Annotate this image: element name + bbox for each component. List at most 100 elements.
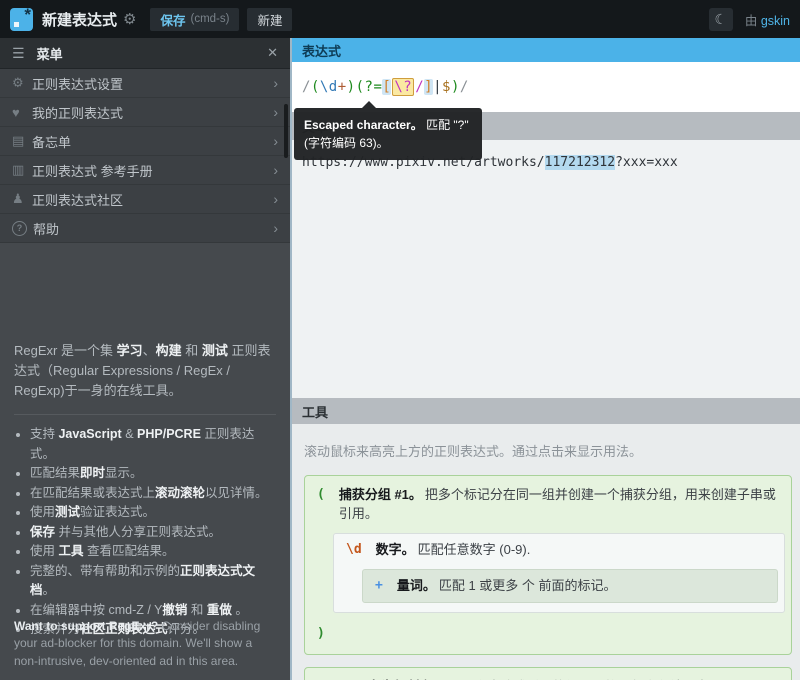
regex-token[interactable]: ) (347, 79, 356, 95)
text-plain: 、 (143, 343, 156, 358)
regex-token[interactable]: / (302, 79, 311, 95)
text-bold: 工具 (58, 544, 83, 558)
text-after-match: ?xxx=xxx (615, 155, 678, 170)
text-bold: JavaScript (58, 427, 121, 441)
ad-notice-bold: Want to support RegExr? (14, 619, 158, 633)
page-title: 新建表达式 (42, 9, 117, 30)
explain-row[interactable]: (?=正向先行断言。匹配主表达式后面的组而不将其包含在结果中。 (305, 673, 791, 680)
feature-list-item: 支持 JavaScript & PHP/PCRE 正则表达式。 (30, 425, 276, 464)
explain-term: 量词。 (397, 578, 436, 593)
explain-token: \d (346, 541, 362, 560)
expression-settings-gear-icon[interactable]: ⚙ (123, 10, 136, 28)
sidebar-item-gear[interactable]: ⚙正则表达式设置› (0, 69, 290, 98)
chevron-right-icon: › (273, 220, 278, 236)
text-bold: 学习 (117, 343, 143, 358)
top-bar: * 新建表达式 ⚙ 保存 (cmd-s) 新建 ☾ 由 gskin (0, 0, 800, 38)
chevron-right-icon: › (273, 75, 278, 91)
text-bold: 构建 (156, 343, 182, 358)
sidebar-item-community[interactable]: ♟正则表达式社区› (0, 185, 290, 214)
text-plain: 并与其他人分享正则表达式。 (55, 525, 221, 539)
text-plain: 匹配结果 (30, 466, 80, 480)
text-bold: 撤销 (162, 603, 187, 617)
menu-header: ☰ 菜单 ✕ (0, 38, 290, 69)
regex-token[interactable]: $ (442, 79, 451, 95)
logo-dot-icon (14, 22, 19, 27)
tools-hint: 滚动鼠标来高亮上方的正则表达式。通过点击来显示用法。 (304, 441, 794, 460)
explain-group-box[interactable]: (?=正向先行断言。匹配主表达式后面的组而不将其包含在结果中。[字符集。匹配集合… (304, 667, 792, 680)
explain-nested-box[interactable]: +量词。匹配 1 或更多 个 前面的标记。 (362, 569, 778, 604)
feature-list: 支持 JavaScript & PHP/PCRE 正则表达式。匹配结果即时显示。… (14, 425, 276, 640)
regex-token[interactable]: | (433, 79, 442, 95)
explain-row[interactable]: +量词。匹配 1 或更多 个 前面的标记。 (363, 572, 777, 601)
text-plain: 使用 (30, 544, 58, 558)
sidebar-item-reference[interactable]: ▥正则表达式 参考手册 › (0, 156, 290, 185)
regex-token[interactable]: \d (320, 79, 338, 95)
test-text-area[interactable]: https://www.pixiv.net/artworks/117212312… (292, 140, 800, 398)
regex-token[interactable]: ) (451, 79, 460, 95)
regex-token[interactable]: \? (392, 78, 414, 96)
regex-token[interactable]: ] (424, 79, 433, 95)
moon-icon: ☾ (715, 11, 728, 28)
sidebar-scrollbar[interactable] (284, 104, 288, 158)
text-bold: PHP/PCRE (137, 427, 201, 441)
close-icon[interactable]: ✕ (267, 45, 278, 61)
reference-icon: ▥ (12, 162, 32, 178)
text-bold: 保存 (30, 525, 55, 539)
dark-mode-toggle[interactable]: ☾ (709, 8, 733, 31)
regex-token[interactable]: + (338, 79, 347, 95)
text-plain: 显示。 (105, 466, 143, 480)
sidebar-item-help[interactable]: ?帮助› (0, 214, 290, 243)
explain-close-row: ) (305, 620, 791, 649)
tools-body: 滚动鼠标来高亮上方的正则表达式。通过点击来显示用法。 (捕获分组 #1。把多个标… (292, 424, 800, 680)
chevron-right-icon: › (273, 162, 278, 178)
explain-token: + (375, 577, 383, 596)
main-panel: 表达式 /(\d+)(?=[\?/]|$)/ 文本 https://www.pi… (290, 38, 800, 680)
signin-prefix: 由 (745, 14, 758, 28)
text-plain: 在编辑器中按 cmd-Z / Y (30, 603, 162, 617)
account-status[interactable]: 由 gskin (745, 10, 790, 29)
tools-header-label: 工具 (302, 402, 328, 421)
feature-list-item: 匹配结果即时显示。 (30, 464, 276, 484)
text-plain: 在匹配结果或表达式上 (30, 486, 155, 500)
save-button[interactable]: 保存 (cmd-s) (150, 8, 239, 31)
text-plain: 完整的、带有帮助和示例的 (30, 564, 180, 578)
text-bold: 滚动滚轮 (155, 486, 205, 500)
feature-list-item: 保存 并与其他人分享正则表达式。 (30, 523, 276, 543)
new-button[interactable]: 新建 (247, 8, 292, 31)
explain-group-box[interactable]: (捕获分组 #1。把多个标记分在同一组并创建一个捕获分组，用来创建子串或引用。 \… (304, 475, 792, 655)
explain-description: 捕获分组 #1。把多个标记分在同一组并创建一个捕获分组，用来创建子串或引用。 (339, 486, 779, 524)
explain-term: 数字。 (376, 542, 415, 557)
text-bold: 测试 (55, 505, 80, 519)
regex-token[interactable]: / (415, 79, 424, 95)
sidebar-item-heart[interactable]: ♥我的正则表达式› (0, 98, 290, 127)
menu-title: 菜单 (37, 44, 63, 63)
tooltip-bold-text: Escaped character。 (304, 118, 423, 132)
text-plain: 。 (43, 583, 56, 597)
explain-row[interactable]: (捕获分组 #1。把多个标记分在同一组并创建一个捕获分组，用来创建子串或引用。 (305, 481, 791, 529)
explain-term: 捕获分组 #1。 (339, 487, 422, 502)
chevron-right-icon: › (273, 191, 278, 207)
sidebar-item-label: 正则表达式设置 (32, 74, 123, 93)
logo-asterisk-icon: * (24, 5, 31, 25)
explain-row[interactable]: \d数字。匹配任意数字 (0-9). (334, 536, 784, 565)
sidebar-item-cheatsheet[interactable]: ▤备忘单› (0, 127, 290, 156)
sidebar-item-label: 正则表达式 参考手册 (32, 161, 153, 180)
text-plain: & (122, 427, 137, 441)
expression-section-header: 表达式 (292, 38, 800, 62)
help-icon: ? (12, 221, 27, 236)
regex-token[interactable]: / (460, 79, 469, 95)
topbar-right: ☾ 由 gskin (709, 8, 790, 31)
signin-username-link[interactable]: gskin (761, 14, 790, 28)
intro-text: RegExr 是一个集 学习、构建 和 测试 正则表达式（Regular Exp… (14, 341, 276, 401)
text-bold: 即时 (80, 466, 105, 480)
regex-token[interactable]: [ (382, 79, 391, 95)
text-plain: 以见详情。 (205, 486, 268, 500)
heart-icon: ♥ (12, 105, 32, 120)
regex-token[interactable]: ( (311, 79, 320, 95)
explain-nested-box[interactable]: \d数字。匹配任意数字 (0-9).+量词。匹配 1 或更多 个 前面的标记。 (333, 533, 785, 614)
regex-token[interactable]: (?= (356, 79, 383, 95)
regexr-logo[interactable]: * (10, 8, 33, 31)
cheatsheet-icon: ▤ (12, 133, 32, 149)
feature-list-item: 完整的、带有帮助和示例的正则表达式文档。 (30, 562, 276, 601)
explain-close-token: ) (317, 625, 325, 644)
